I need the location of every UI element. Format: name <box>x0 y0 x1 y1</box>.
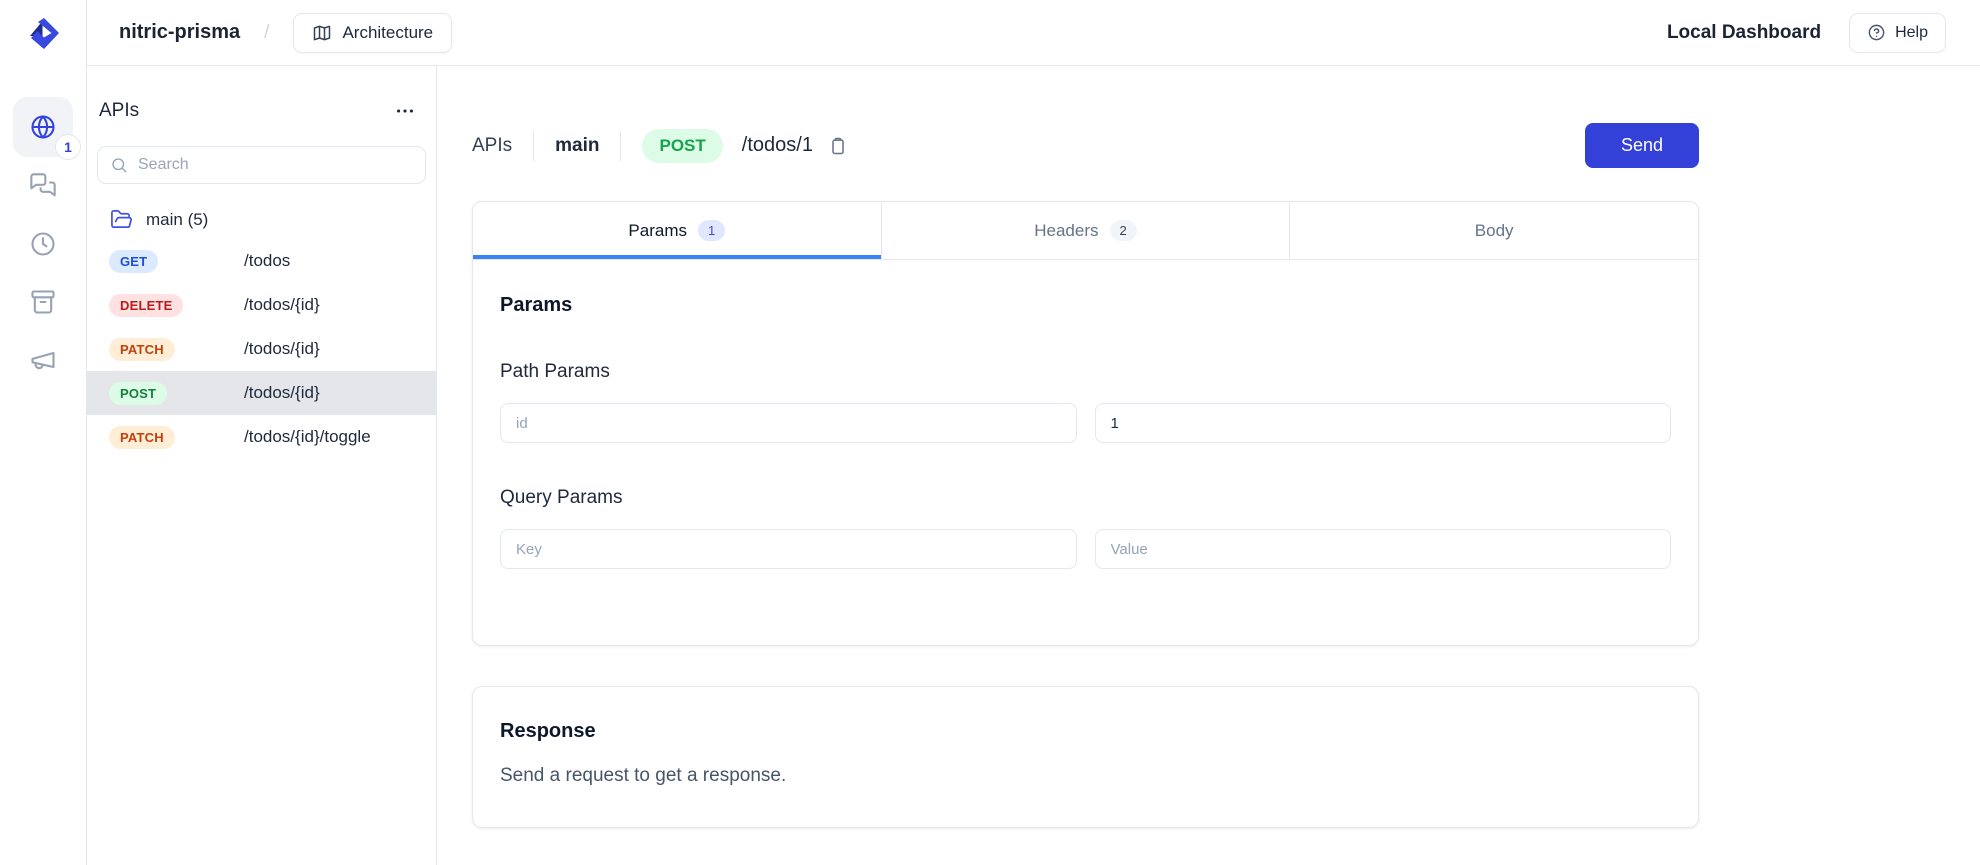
folder-label: main (5) <box>146 210 208 230</box>
project-name: nitric-prisma <box>119 21 240 44</box>
path-param-row <box>500 403 1671 443</box>
breadcrumb-path: /todos/1 <box>742 134 813 157</box>
path-param-value-input[interactable] <box>1095 403 1672 443</box>
local-dashboard-label: Local Dashboard <box>1667 22 1821 44</box>
endpoint-path: /todos/{id} <box>244 339 320 359</box>
endpoint-row[interactable]: POST /todos/{id} <box>87 371 436 415</box>
architecture-button[interactable]: Architecture <box>293 13 452 53</box>
globe-icon <box>29 113 57 141</box>
icon-rail: 1 <box>0 0 87 865</box>
method-badge: PATCH <box>109 426 175 449</box>
ellipsis-icon <box>394 100 416 122</box>
send-button[interactable]: Send <box>1585 123 1699 168</box>
method-badge: GET <box>109 250 158 273</box>
sidebar-more-button[interactable] <box>390 96 420 126</box>
response-title: Response <box>500 720 1671 743</box>
tab-headers[interactable]: Headers 2 <box>881 202 1290 259</box>
endpoint-row[interactable]: PATCH /todos/{id} <box>87 327 436 371</box>
query-param-row <box>500 529 1671 569</box>
path-param-key-input[interactable] <box>500 403 1077 443</box>
method-badge: DELETE <box>109 294 183 317</box>
query-param-key-input[interactable] <box>500 529 1077 569</box>
endpoint-path: /todos/{id} <box>244 383 320 403</box>
endpoint-row[interactable]: GET /todos <box>87 239 436 283</box>
megaphone-icon <box>29 346 57 374</box>
breadcrumb-separator: / <box>264 22 269 44</box>
breadcrumb-folder[interactable]: main <box>555 135 599 157</box>
rail-item-topics[interactable] <box>13 337 73 383</box>
query-params-title: Query Params <box>500 487 1671 509</box>
method-badge: PATCH <box>109 338 175 361</box>
breadcrumb: APIs main POST /todos/1 Send <box>472 123 1699 168</box>
tab-params[interactable]: Params 1 <box>473 202 881 259</box>
clipboard-icon <box>828 136 848 156</box>
breadcrumb-divider <box>533 131 534 161</box>
archive-icon <box>29 288 57 316</box>
rail-item-websockets[interactable] <box>13 163 73 209</box>
endpoint-path: /todos <box>244 251 290 271</box>
sidebar-title: APIs <box>99 100 139 122</box>
response-empty-message: Send a request to get a response. <box>500 765 1671 787</box>
path-params-title: Path Params <box>500 361 1671 383</box>
nitric-logo-icon <box>23 13 63 53</box>
map-icon <box>312 23 332 43</box>
endpoint-path: /todos/{id} <box>244 295 320 315</box>
chat-icon <box>29 172 57 200</box>
search-input[interactable] <box>97 146 426 184</box>
tab-label: Body <box>1475 221 1514 241</box>
rail-item-apis[interactable]: 1 <box>13 97 73 157</box>
rail-item-schedules[interactable] <box>13 221 73 267</box>
endpoint-path: /todos/{id}/toggle <box>244 427 371 447</box>
help-circle-icon <box>1867 23 1886 42</box>
query-param-value-input[interactable] <box>1095 529 1672 569</box>
tab-label: Headers <box>1034 221 1098 241</box>
tab-count-badge: 1 <box>698 220 725 241</box>
api-count-badge: 1 <box>55 134 81 160</box>
method-badge: POST <box>109 382 167 405</box>
breadcrumb-method-badge: POST <box>642 129 722 163</box>
endpoint-row[interactable]: DELETE /todos/{id} <box>87 283 436 327</box>
endpoint-list: GET /todos DELETE /todos/{id} PATCH /tod… <box>87 239 436 459</box>
request-tabs: Params 1 Headers 2 Body <box>473 202 1698 260</box>
breadcrumb-root[interactable]: APIs <box>472 135 512 157</box>
copy-path-button[interactable] <box>826 134 850 158</box>
tab-body[interactable]: Body <box>1289 202 1698 259</box>
rail-item-storage[interactable] <box>13 279 73 325</box>
app-root: 1 nitric-prisma <box>0 0 1980 865</box>
tab-label: Params <box>628 221 687 241</box>
main-panel: APIs main POST /todos/1 Send <box>437 66 1980 865</box>
response-card: Response Send a request to get a respons… <box>472 686 1699 828</box>
help-button-label: Help <box>1895 24 1928 42</box>
breadcrumb-divider <box>620 131 621 161</box>
apis-sidebar: APIs <box>87 66 437 865</box>
params-section-title: Params <box>500 294 1671 317</box>
architecture-button-label: Architecture <box>342 23 433 43</box>
clock-icon <box>29 230 57 258</box>
tab-count-badge: 2 <box>1110 220 1137 241</box>
request-card: Params 1 Headers 2 Body Param <box>472 201 1699 646</box>
folder-open-icon <box>110 208 133 231</box>
search-icon <box>110 156 128 174</box>
folder-main[interactable]: main (5) <box>87 208 436 231</box>
top-bar: nitric-prisma / Architecture Local Dashb… <box>87 0 1980 66</box>
help-button[interactable]: Help <box>1849 13 1946 53</box>
endpoint-row[interactable]: PATCH /todos/{id}/toggle <box>87 415 436 459</box>
